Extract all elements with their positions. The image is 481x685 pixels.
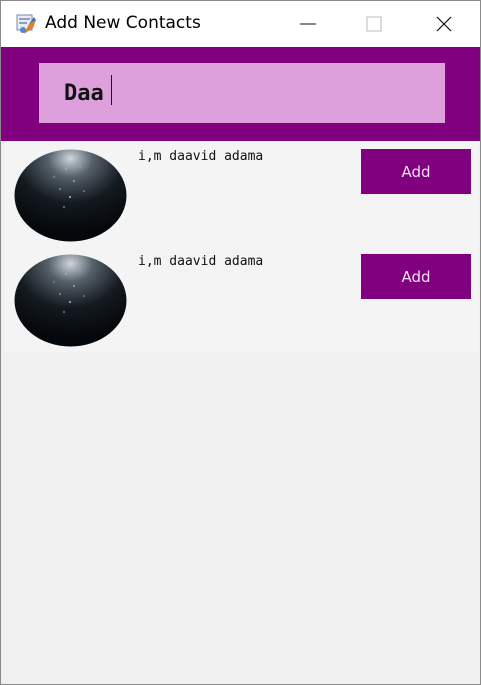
list-item: i,m daavid adama Add (4, 141, 479, 246)
title-bar: Add New Contacts (1, 1, 480, 47)
add-contacts-window: Add New Contacts Daa i,m daavid adama Ad… (0, 0, 481, 685)
add-contact-button[interactable]: Add (361, 149, 471, 194)
close-icon (436, 16, 452, 32)
search-input[interactable] (39, 63, 445, 123)
app-icon (16, 14, 36, 34)
contact-name: i,m daavid adama (138, 149, 264, 164)
maximize-icon (366, 16, 382, 32)
text-caret (111, 75, 112, 105)
window-title: Add New Contacts (45, 13, 201, 33)
add-contact-button[interactable]: Add (361, 254, 471, 299)
close-button[interactable] (421, 1, 467, 47)
contact-avatar (14, 254, 127, 347)
maximize-button[interactable] (351, 1, 397, 47)
list-item: i,m daavid adama Add (4, 246, 479, 351)
contact-avatar (14, 149, 127, 242)
results-list: i,m daavid adama Add i,m daavid adama Ad… (4, 141, 479, 352)
minimize-button[interactable] (285, 1, 331, 47)
search-band (1, 47, 480, 141)
contact-name: i,m daavid adama (138, 254, 264, 269)
minimize-icon (300, 23, 316, 25)
